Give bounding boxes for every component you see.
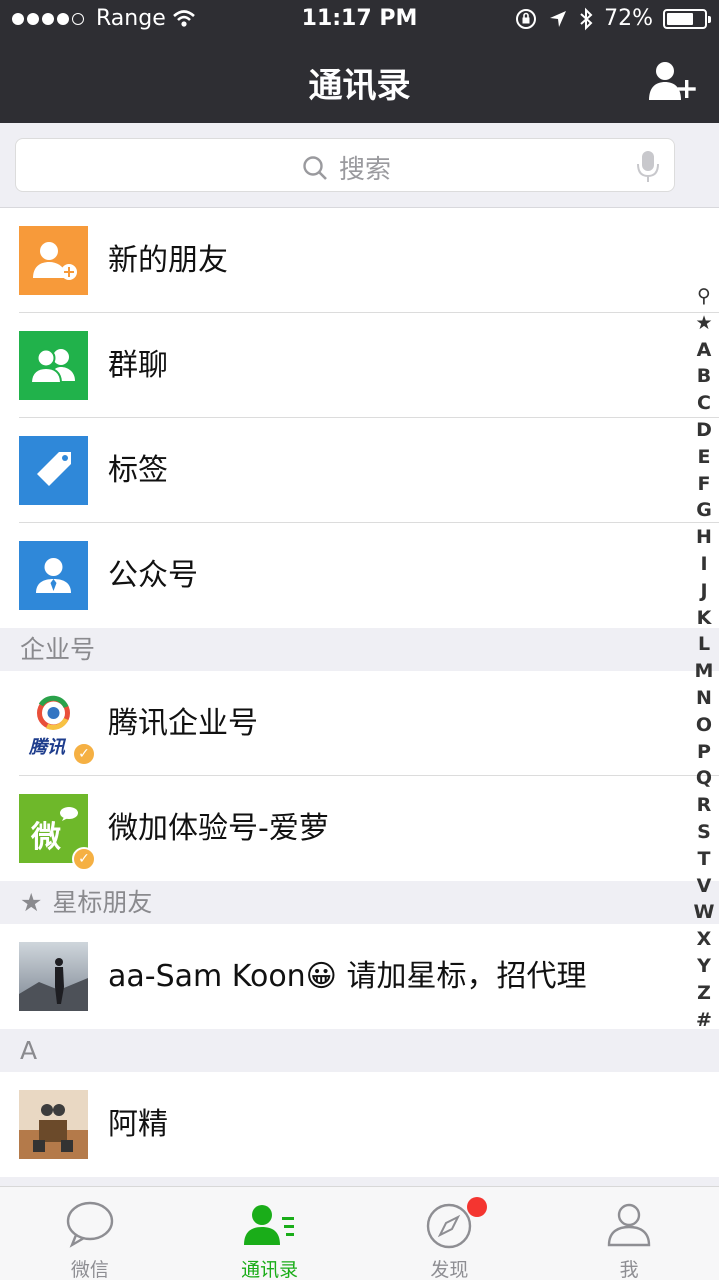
list-item-tencent-enterprise[interactable]: 腾讯 ✓ 腾讯企业号	[0, 671, 719, 776]
index-letter[interactable]: M	[689, 658, 719, 685]
index-letter[interactable]: L	[689, 631, 719, 658]
index-letter[interactable]: W	[689, 899, 719, 926]
index-letter[interactable]: R	[689, 792, 719, 819]
page-title: 通讯录	[308, 66, 411, 106]
section-header-starred: ★ 星标朋友	[0, 881, 719, 924]
index-letter[interactable]: J	[689, 578, 719, 605]
index-letter[interactable]: S	[689, 819, 719, 846]
index-letter[interactable]: O	[689, 712, 719, 739]
tab-contacts[interactable]: 通讯录	[180, 1187, 360, 1280]
nav-bar: 通讯录	[0, 40, 719, 123]
list-item-official-accounts[interactable]: 公众号	[0, 523, 719, 628]
list-item-label: 标签	[108, 453, 168, 488]
list-item-weijia[interactable]: 微 ✓ 微加体验号-爱萝	[0, 776, 719, 881]
section-header-enterprise: 企业号	[0, 628, 719, 671]
contacts-list: 新的朋友 群聊 标签 公众号 企业号 腾讯 ✓ 腾讯企业号 微 ✓ 微加体验号-…	[0, 208, 719, 1177]
person-icon	[607, 1203, 651, 1247]
tab-chats[interactable]: 微信	[0, 1187, 180, 1280]
group-chat-icon	[19, 331, 88, 400]
status-right: 72%	[514, 6, 711, 31]
alphabet-index[interactable]: ⚲ ★ A B C D E F G H I J K L M N O P Q R S T V W X Y Z #	[689, 283, 719, 1033]
tencent-logo-text: 腾讯	[29, 737, 65, 758]
index-letter[interactable]: Z	[689, 980, 719, 1007]
index-letter[interactable]: ⚲	[689, 283, 719, 310]
status-bar: Range 11:17 PM 72%	[0, 0, 719, 40]
star-icon: ★	[20, 888, 43, 917]
tab-bar: 微信 通讯录 发现 我	[0, 1186, 719, 1280]
search-area: 搜索	[0, 123, 719, 208]
weijia-logo-text: 微	[31, 820, 61, 855]
index-letter[interactable]: Y	[689, 953, 719, 980]
contacts-icon	[243, 1205, 294, 1245]
index-letter[interactable]: C	[689, 390, 719, 417]
search-input[interactable]: 搜索	[15, 138, 675, 192]
official-account-icon	[19, 541, 88, 610]
index-letter[interactable]: P	[689, 739, 719, 766]
contact-avatar	[19, 1090, 88, 1159]
index-letter[interactable]: D	[689, 417, 719, 444]
rotation-lock-icon	[516, 8, 537, 29]
search-placeholder: 搜索	[338, 155, 391, 185]
list-item-new-friends[interactable]: 新的朋友	[0, 208, 719, 313]
section-header-starred-label: 星标朋友	[52, 888, 153, 917]
tab-label: 通讯录	[241, 1259, 299, 1280]
add-contact-icon[interactable]	[647, 58, 699, 104]
tencent-avatar: 腾讯 ✓	[19, 689, 96, 766]
index-letter[interactable]: N	[689, 685, 719, 712]
list-item-group-chat[interactable]: 群聊	[0, 313, 719, 418]
list-item-label: 阿精	[108, 1107, 168, 1142]
list-item-starred-contact[interactable]: aa-Sam Koon😀 请加星标，招代理	[0, 924, 719, 1029]
index-letter[interactable]: E	[689, 444, 719, 471]
index-letter[interactable]: B	[689, 363, 719, 390]
index-letter[interactable]: ★	[689, 310, 719, 337]
list-item-label: 微加体验号-爱萝	[108, 811, 329, 846]
index-letter[interactable]: G	[689, 497, 719, 524]
verified-badge-icon: ✓	[72, 742, 96, 766]
weijia-avatar: 微 ✓	[19, 794, 96, 871]
notification-dot-icon	[467, 1197, 488, 1217]
microphone-icon[interactable]	[636, 149, 660, 183]
tab-discover[interactable]: 发现	[360, 1187, 540, 1280]
index-letter[interactable]: V	[689, 873, 719, 900]
list-item-label: aa-Sam Koon😀 请加星标，招代理	[108, 959, 587, 994]
index-letter[interactable]: H	[689, 524, 719, 551]
section-header-a: A	[0, 1029, 719, 1072]
list-item-label: 群聊	[108, 348, 168, 383]
index-letter[interactable]: A	[689, 337, 719, 364]
contact-avatar	[19, 942, 88, 1011]
index-letter[interactable]: #	[689, 1007, 719, 1034]
bluetooth-icon	[580, 7, 593, 30]
chat-bubble-icon	[66, 1201, 114, 1248]
tag-icon	[19, 436, 88, 505]
index-letter[interactable]: F	[689, 471, 719, 498]
tab-label: 我	[619, 1259, 639, 1280]
battery-fill	[667, 12, 693, 25]
new-friends-icon	[19, 226, 88, 295]
index-letter[interactable]: Q	[689, 765, 719, 792]
list-item-label: 公众号	[108, 558, 198, 593]
search-placeholder-group: 搜索	[16, 149, 676, 186]
list-item-contact-a[interactable]: 阿精	[0, 1072, 719, 1177]
battery-percent: 72%	[604, 6, 653, 31]
verified-badge-icon: ✓	[72, 847, 96, 871]
list-item-label: 腾讯企业号	[108, 706, 258, 741]
battery-icon	[663, 8, 711, 29]
location-arrow-icon	[550, 10, 567, 27]
list-item-tags[interactable]: 标签	[0, 418, 719, 523]
index-letter[interactable]: K	[689, 605, 719, 632]
index-letter[interactable]: X	[689, 926, 719, 953]
index-letter[interactable]: T	[689, 846, 719, 873]
tab-label: 微信	[70, 1259, 109, 1280]
tab-me[interactable]: 我	[539, 1187, 719, 1280]
search-icon	[303, 155, 327, 180]
index-letter[interactable]: I	[689, 551, 719, 578]
list-item-label: 新的朋友	[108, 243, 228, 278]
weijia-speech-icon	[60, 807, 78, 821]
tab-label: 发现	[430, 1259, 469, 1280]
